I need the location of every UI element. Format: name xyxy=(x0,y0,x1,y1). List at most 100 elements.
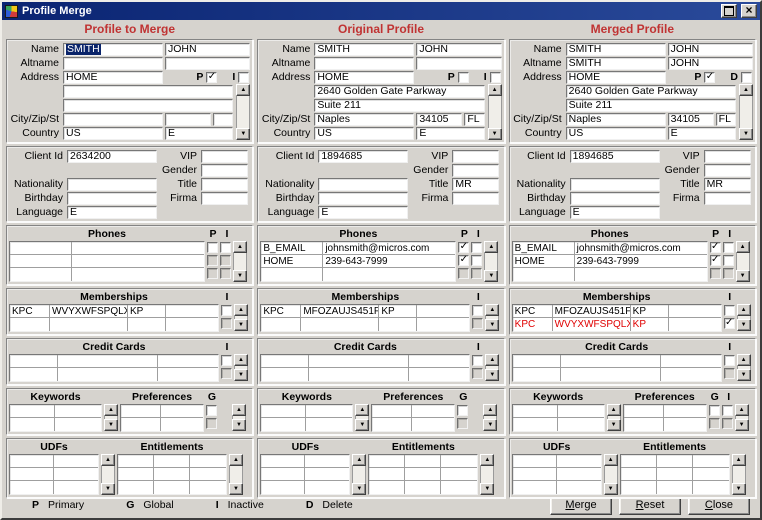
phone-type-cell[interactable]: HOME xyxy=(513,255,575,268)
address-scrollbar[interactable] xyxy=(739,84,753,140)
entitlement-cell[interactable] xyxy=(621,468,657,481)
keyword-cell[interactable] xyxy=(306,418,352,431)
inactive-checkbox[interactable] xyxy=(723,242,734,253)
udf-cell[interactable] xyxy=(305,455,349,468)
membership-cell[interactable] xyxy=(10,318,50,331)
scroll-up-icon[interactable] xyxy=(604,454,618,466)
phone-value-cell[interactable] xyxy=(575,268,707,281)
entitlement-cell[interactable] xyxy=(693,455,729,468)
address-flag2-checkbox[interactable] xyxy=(741,72,752,83)
city-field[interactable] xyxy=(63,113,163,126)
udfs-scrollbar[interactable] xyxy=(352,454,366,495)
udf-cell[interactable] xyxy=(10,481,54,494)
inactive-checkbox[interactable] xyxy=(220,268,231,279)
scroll-up-icon[interactable] xyxy=(485,354,499,366)
primary-checkbox[interactable] xyxy=(710,268,721,279)
primary-checkbox[interactable] xyxy=(458,242,469,253)
scrollbar-track[interactable] xyxy=(604,466,618,483)
phone-type-cell[interactable]: B_EMAIL xyxy=(261,242,323,255)
phone-type-cell[interactable] xyxy=(10,268,72,281)
entitlement-cell[interactable] xyxy=(621,455,657,468)
membership-cell[interactable] xyxy=(417,318,469,331)
entitlement-cell[interactable] xyxy=(190,455,226,468)
preference-cell[interactable] xyxy=(664,418,706,431)
scroll-down-icon[interactable] xyxy=(480,483,494,495)
inactive-checkbox[interactable] xyxy=(471,242,482,253)
entitlement-cell[interactable] xyxy=(154,481,190,494)
scroll-down-icon[interactable] xyxy=(735,419,749,431)
inactive-checkbox[interactable] xyxy=(723,255,734,266)
udf-cell[interactable] xyxy=(10,455,54,468)
scroll-down-icon[interactable] xyxy=(232,419,246,431)
entitlement-cell[interactable] xyxy=(369,455,405,468)
address-primary-checkbox[interactable] xyxy=(704,72,715,83)
scroll-up-icon[interactable] xyxy=(736,241,750,253)
primary-checkbox[interactable] xyxy=(458,268,469,279)
udf-cell[interactable] xyxy=(557,468,601,481)
gender-field[interactable] xyxy=(201,164,248,177)
vip-field[interactable] xyxy=(704,150,751,163)
scrollbar-track[interactable] xyxy=(101,466,115,483)
global-checkbox[interactable] xyxy=(206,405,217,416)
scroll-up-icon[interactable] xyxy=(739,84,753,96)
titlebar[interactable]: Profile Merge xyxy=(2,2,760,20)
scroll-down-icon[interactable] xyxy=(488,128,502,140)
scroll-down-icon[interactable] xyxy=(236,128,250,140)
credit-card-cell[interactable] xyxy=(309,368,409,381)
country-field[interactable]: US xyxy=(314,127,414,140)
altname-last-field[interactable]: SMITH xyxy=(566,57,666,70)
scroll-up-icon[interactable] xyxy=(483,404,497,416)
phones-scrollbar[interactable] xyxy=(484,241,498,282)
nationality-field[interactable] xyxy=(570,178,660,191)
inactive-checkbox[interactable] xyxy=(221,305,232,316)
udf-cell[interactable] xyxy=(261,468,305,481)
preference-cell[interactable] xyxy=(412,405,454,418)
address-line1-field[interactable]: 2640 Golden Gate Parkway xyxy=(314,85,484,98)
scroll-down-icon[interactable] xyxy=(101,483,115,495)
scroll-down-icon[interactable] xyxy=(104,419,118,431)
udfs-scrollbar[interactable] xyxy=(101,454,115,495)
close-button[interactable]: Close xyxy=(688,495,750,515)
primary-checkbox[interactable] xyxy=(207,268,218,279)
phone-type-cell[interactable]: B_EMAIL xyxy=(513,242,575,255)
inactive-checkbox[interactable] xyxy=(221,355,232,366)
inactive-checkbox[interactable] xyxy=(221,368,232,379)
udf-cell[interactable] xyxy=(305,468,349,481)
address-scrollbar[interactable] xyxy=(488,84,502,140)
inactive-checkbox[interactable] xyxy=(724,318,735,329)
zip-field[interactable]: 34105 xyxy=(416,113,462,126)
keyword-cell[interactable] xyxy=(261,405,306,418)
global-checkbox[interactable] xyxy=(709,405,720,416)
scroll-up-icon[interactable] xyxy=(232,404,246,416)
entitlement-cell[interactable] xyxy=(369,481,405,494)
keyword-cell[interactable] xyxy=(55,405,101,418)
udf-cell[interactable] xyxy=(54,455,98,468)
credit-card-cell[interactable] xyxy=(409,368,469,381)
scroll-up-icon[interactable] xyxy=(484,241,498,253)
scrollbar-track[interactable] xyxy=(480,466,494,483)
entitlement-cell[interactable] xyxy=(441,468,477,481)
name-last-field[interactable]: SMITH xyxy=(566,43,666,56)
nationality-field[interactable] xyxy=(318,178,408,191)
address-scrollbar[interactable] xyxy=(236,84,250,140)
keyword-cell[interactable] xyxy=(513,405,558,418)
scroll-down-icon[interactable] xyxy=(229,483,243,495)
entitlement-cell[interactable] xyxy=(369,468,405,481)
keywords-scrollbar[interactable] xyxy=(607,404,621,431)
phone-value-cell[interactable] xyxy=(323,268,455,281)
keyword-cell[interactable] xyxy=(10,418,55,431)
reset-button[interactable]: Reset xyxy=(619,495,681,515)
udf-cell[interactable] xyxy=(54,468,98,481)
altname-first-field[interactable]: JOHN xyxy=(668,57,753,70)
preference-cell[interactable] xyxy=(121,418,161,431)
global-checkbox[interactable] xyxy=(206,418,217,429)
address-line1-field[interactable] xyxy=(63,85,233,98)
preference-cell[interactable] xyxy=(372,418,412,431)
scroll-down-icon[interactable] xyxy=(483,419,497,431)
membership-cell[interactable]: KP xyxy=(631,305,669,318)
entitlement-cell[interactable] xyxy=(405,481,441,494)
scrollbar-track[interactable] xyxy=(352,466,366,483)
scrollbar-track[interactable] xyxy=(739,96,753,128)
zip-field[interactable]: 34105 xyxy=(668,113,714,126)
city-field[interactable]: Naples xyxy=(566,113,666,126)
